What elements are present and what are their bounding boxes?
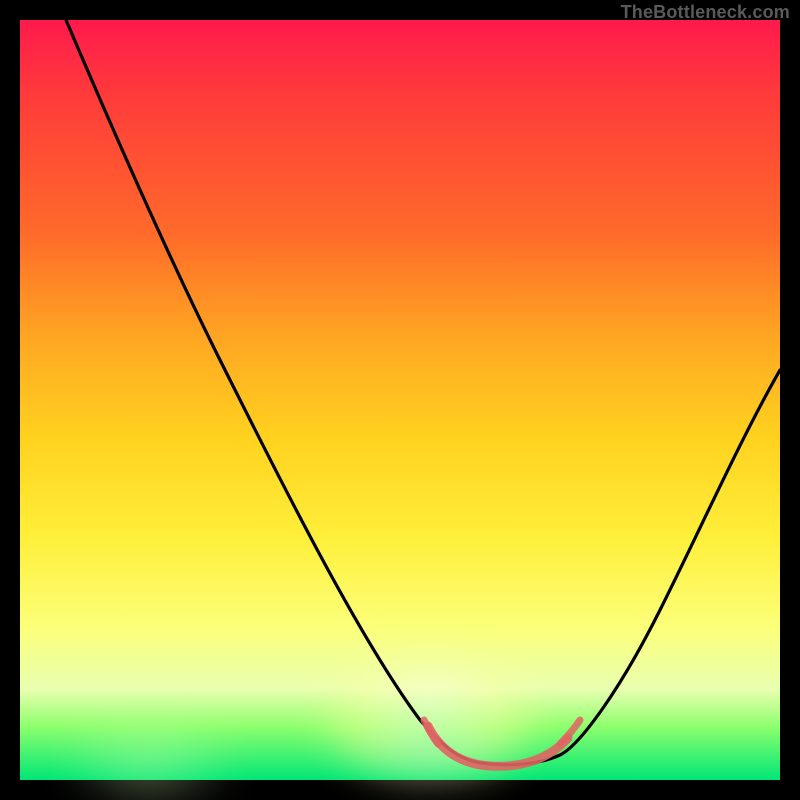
watermark: TheBottleneck.com — [621, 2, 790, 23]
chart-frame: TheBottleneck.com — [0, 0, 800, 800]
bottleneck-curve — [20, 20, 780, 780]
plot-area — [20, 20, 780, 780]
curve-path — [66, 20, 780, 765]
